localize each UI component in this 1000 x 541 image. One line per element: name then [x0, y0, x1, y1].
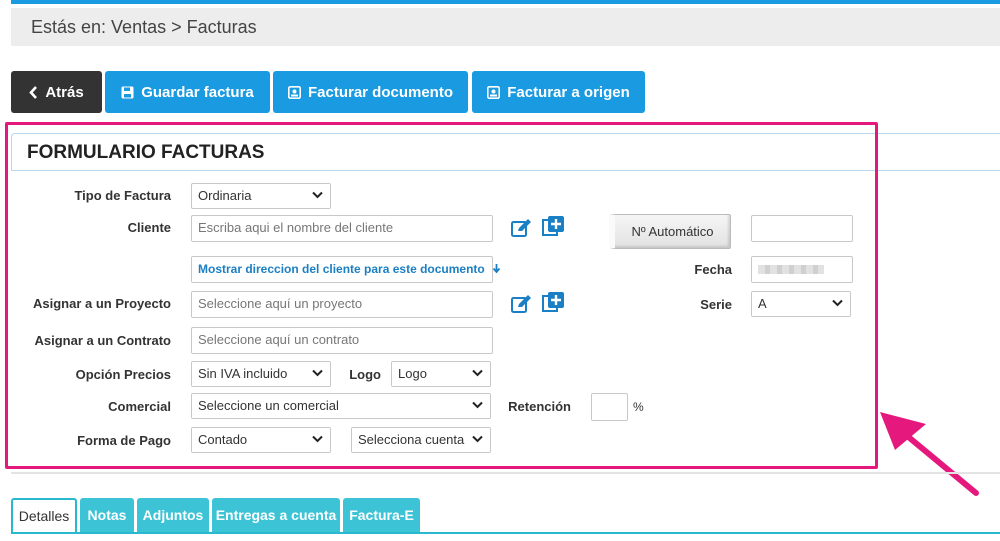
- annotation-arrow-icon: [880, 412, 979, 496]
- logo-label: Logo: [349, 367, 381, 382]
- back-button-label: Atrás: [45, 83, 84, 101]
- save-invoice-button[interactable]: Guardar factura: [105, 71, 270, 113]
- tab-factura-e[interactable]: Factura-E: [343, 498, 420, 533]
- client-label: Cliente: [127, 220, 171, 235]
- chevron-down-icon: [472, 401, 483, 409]
- chevron-left-icon: [29, 85, 38, 99]
- save-invoice-label: Guardar factura: [141, 83, 254, 101]
- tab-notas[interactable]: Notas: [80, 498, 134, 533]
- breadcrumb: Estás en: Ventas > Facturas: [11, 8, 1000, 46]
- invoice-type-label: Tipo de Factura: [74, 188, 171, 203]
- invoice-document-label: Facturar documento: [307, 83, 454, 101]
- invoice-type-select[interactable]: Ordinaria: [191, 183, 331, 209]
- invoice-origin-label: Facturar a origen: [507, 83, 630, 101]
- document-icon: [487, 85, 501, 99]
- account-value: Selecciona cuenta: [358, 432, 465, 447]
- tab-adjuntos[interactable]: Adjuntos: [137, 498, 209, 533]
- chevron-down-icon: [312, 369, 323, 377]
- edit-icon[interactable]: [511, 294, 533, 314]
- series-value: A: [758, 296, 767, 311]
- series-label: Serie: [700, 297, 732, 312]
- client-input[interactable]: Escriba aqui el nombre del cliente: [191, 215, 493, 242]
- tabs-underline: [11, 532, 1000, 534]
- project-label: Asignar a un Proyecto: [33, 296, 171, 311]
- account-select[interactable]: Selecciona cuenta: [351, 427, 491, 453]
- logo-select[interactable]: Logo: [391, 361, 491, 387]
- redacted-date: [758, 265, 824, 274]
- chevron-down-icon: [472, 435, 483, 443]
- invoice-document-button[interactable]: Facturar documento: [273, 71, 468, 113]
- date-label: Fecha: [694, 262, 732, 277]
- contract-input[interactable]: Seleccione aquí un contrato: [191, 327, 493, 354]
- show-client-address-label: Mostrar direccion del cliente para este …: [198, 262, 485, 276]
- invoice-type-value: Ordinaria: [198, 188, 252, 203]
- series-select[interactable]: A: [751, 291, 851, 317]
- chevron-down-icon: [472, 369, 483, 377]
- plus-square-icon[interactable]: [542, 216, 564, 238]
- withholding-input[interactable]: [591, 393, 628, 421]
- invoice-origin-button[interactable]: Facturar a origen: [472, 71, 645, 113]
- edit-icon[interactable]: [511, 218, 533, 238]
- payment-method-select[interactable]: Contado: [191, 427, 331, 453]
- section-divider: [11, 472, 1000, 474]
- save-icon: [121, 86, 134, 98]
- top-accent-line: [11, 0, 1000, 4]
- chevron-down-icon: [312, 191, 323, 199]
- invoice-number-input[interactable]: [751, 215, 853, 242]
- sales-rep-value: Seleccione un comercial: [198, 398, 339, 413]
- contract-label: Asignar a un Contrato: [34, 333, 171, 348]
- project-input[interactable]: Seleccione aquí un proyecto: [191, 291, 493, 318]
- tab-entregas-a-cuenta[interactable]: Entregas a cuenta: [212, 498, 340, 533]
- sales-rep-select[interactable]: Seleccione un comercial: [191, 393, 491, 419]
- show-client-address-toggle[interactable]: Mostrar direccion del cliente para este …: [191, 256, 501, 283]
- payment-method-label: Forma de Pago: [77, 433, 171, 448]
- logo-value: Logo: [398, 366, 427, 381]
- withholding-label: Retención: [508, 399, 571, 414]
- price-option-label: Opción Precios: [75, 367, 171, 382]
- payment-method-value: Contado: [198, 432, 248, 447]
- sales-rep-label: Comercial: [108, 399, 171, 414]
- price-option-select[interactable]: Sin IVA incluido: [191, 361, 331, 387]
- auto-number-button[interactable]: Nº Automático: [609, 214, 731, 249]
- date-input[interactable]: [751, 256, 853, 283]
- chevron-down-icon: [312, 435, 323, 443]
- arrow-down-icon: [492, 264, 501, 274]
- chevron-down-icon: [832, 299, 843, 307]
- back-button[interactable]: Atrás: [11, 71, 102, 113]
- percent-unit: %: [633, 400, 644, 414]
- price-option-value: Sin IVA incluido: [198, 366, 288, 381]
- document-icon: [287, 85, 301, 99]
- tab-detalles[interactable]: Detalles: [11, 498, 77, 534]
- plus-square-icon[interactable]: [542, 292, 564, 314]
